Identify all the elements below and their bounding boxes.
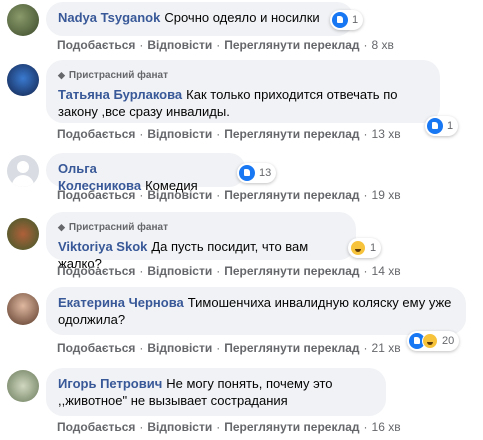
see-translation-button[interactable]: Переглянути переклад <box>224 188 359 202</box>
avatar[interactable] <box>7 155 39 187</box>
diamond-icon: ◆ <box>58 222 65 232</box>
reaction-count[interactable]: 13 <box>237 163 277 183</box>
reply-button[interactable]: Відповісти <box>147 38 212 52</box>
comment-bubble: Игорь Петрович Не могу понять, почему это… <box>46 368 386 416</box>
diamond-icon: ◆ <box>58 70 65 80</box>
comment-actions: Подобається · Відповісти · Переглянути перек… <box>57 420 401 434</box>
reaction-count[interactable]: 1 <box>425 116 459 136</box>
comment-time[interactable]: 16 хв <box>372 420 401 434</box>
fan-badge: ◆ Пристрасний фанат <box>58 67 428 84</box>
comment-actions: Подобається · Відповісти · Переглянути перек… <box>57 127 401 141</box>
reply-button[interactable]: Відповісти <box>147 341 212 355</box>
avatar[interactable] <box>7 4 39 36</box>
comment-time[interactable]: 14 хв <box>372 264 401 278</box>
like-icon <box>239 165 255 181</box>
like-button[interactable]: Подобається <box>57 420 135 434</box>
like-button[interactable]: Подобається <box>57 127 135 141</box>
comment-bubble: Екатерина Чернова Тимошенчиха инвалидную … <box>46 287 466 335</box>
reaction-count[interactable]: 1 <box>330 10 364 30</box>
comment-bubble: Ольга Колесникова Комедия <box>46 153 246 193</box>
like-icon <box>332 12 348 28</box>
reaction-count[interactable]: 1 <box>348 238 382 258</box>
comment-bubble: ◆ Пристрасний фанат Viktoriya Skok Да пуст… <box>46 212 356 271</box>
like-icon <box>427 118 443 134</box>
see-translation-button[interactable]: Переглянути переклад <box>224 38 359 52</box>
comment-actions: Подобається · Відповісти · Переглянути перек… <box>57 38 394 52</box>
comment-bubble: Nadya Tsyganok Срочно одеяло и носилки <box>46 2 354 36</box>
reply-button[interactable]: Відповісти <box>147 264 212 278</box>
comment-author[interactable]: Татьяна Бурлакова <box>58 87 182 102</box>
like-button[interactable]: Подобається <box>57 38 135 52</box>
comment-actions: Подобається · Відповісти · Переглянути перек… <box>57 264 401 278</box>
haha-icon <box>422 333 438 349</box>
reaction-count[interactable]: 20 <box>407 331 460 351</box>
comment-time[interactable]: 21 хв <box>372 341 401 355</box>
reply-button[interactable]: Відповісти <box>147 188 212 202</box>
avatar[interactable] <box>7 218 39 250</box>
reply-button[interactable]: Відповісти <box>147 420 212 434</box>
haha-icon <box>350 240 366 256</box>
comment-bubble: ◆ Пристрасний фанат Татьяна Бурлакова Как … <box>46 60 440 123</box>
see-translation-button[interactable]: Переглянути переклад <box>224 264 359 278</box>
comment-author[interactable]: Екатерина Чернова <box>58 295 184 310</box>
like-button[interactable]: Подобається <box>57 264 135 278</box>
reply-button[interactable]: Відповісти <box>147 127 212 141</box>
comment-time[interactable]: 8 хв <box>372 38 394 52</box>
avatar[interactable] <box>7 64 39 96</box>
comment-author[interactable]: Игорь Петрович <box>58 376 162 391</box>
comment-author[interactable]: Nadya Tsyganok <box>58 10 160 25</box>
avatar[interactable] <box>7 293 39 325</box>
like-button[interactable]: Подобається <box>57 188 135 202</box>
comment-actions: Подобається · Відповісти · Переглянути перек… <box>57 188 401 202</box>
comment-text: Срочно одеяло и носилки <box>164 10 320 25</box>
comment-time[interactable]: 13 хв <box>372 127 401 141</box>
see-translation-button[interactable]: Переглянути переклад <box>224 341 359 355</box>
see-translation-button[interactable]: Переглянути переклад <box>224 127 359 141</box>
avatar[interactable] <box>7 370 39 402</box>
see-translation-button[interactable]: Переглянути переклад <box>224 420 359 434</box>
fan-badge: ◆ Пристрасний фанат <box>58 219 344 236</box>
comment-time[interactable]: 19 хв <box>372 188 401 202</box>
comment-author[interactable]: Viktoriya Skok <box>58 239 147 254</box>
like-button[interactable]: Подобається <box>57 341 135 355</box>
comment-actions: Подобається · Відповісти · Переглянути перек… <box>57 341 401 355</box>
